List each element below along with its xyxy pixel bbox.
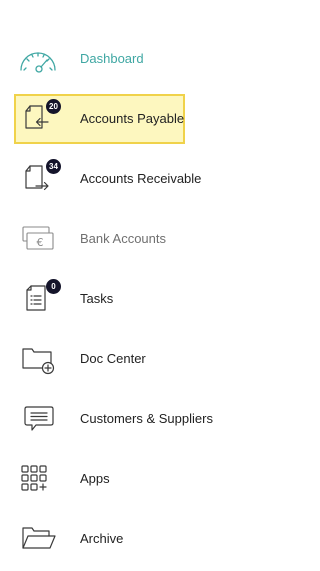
- open-folder-icon: [18, 518, 58, 558]
- count-badge: 20: [46, 99, 61, 114]
- sidebar-item-bank-accounts[interactable]: € Bank Accounts: [14, 214, 185, 264]
- sidebar-item-apps[interactable]: Apps: [14, 454, 185, 504]
- svg-text:€: €: [37, 236, 44, 249]
- sidebar-item-label: Doc Center: [80, 351, 146, 366]
- sidebar-item-dashboard[interactable]: Dashboard: [14, 34, 185, 84]
- sidebar-item-label: Archive: [80, 531, 124, 546]
- chat-bubble-icon: [18, 398, 58, 438]
- sidebar-item-label: Accounts Receivable: [80, 171, 202, 186]
- sidebar-item-label: Customers & Suppliers: [80, 411, 213, 426]
- sidebar-item-tasks[interactable]: 0 Tasks: [14, 274, 185, 324]
- sidebar-item-label: Accounts Payable: [80, 111, 185, 126]
- sidebar-item-accounts-payable[interactable]: 20 Accounts Payable: [14, 94, 185, 144]
- apps-grid-icon: [18, 458, 58, 498]
- speedometer-icon: [18, 38, 58, 78]
- document-arrow-in-icon: 20: [18, 98, 61, 138]
- sidebar-item-archive[interactable]: Archive: [14, 514, 185, 564]
- sidebar-item-label: Apps: [80, 471, 110, 486]
- sidebar-item-customers-suppliers[interactable]: Customers & Suppliers: [14, 394, 213, 444]
- sidebar-nav: Dashboard 20 Accounts Payable 34 Account…: [0, 0, 247, 571]
- sidebar-item-label: Bank Accounts: [80, 231, 166, 246]
- document-arrow-out-icon: 34: [18, 158, 61, 198]
- sidebar-item-label: Tasks: [80, 291, 114, 306]
- count-badge: 34: [46, 159, 61, 174]
- folder-plus-icon: [18, 338, 58, 378]
- sidebar-item-label: Dashboard: [80, 51, 144, 66]
- bank-card-euro-icon: €: [18, 218, 58, 258]
- task-list-icon: 0: [18, 278, 61, 318]
- sidebar-item-accounts-receivable[interactable]: 34 Accounts Receivable: [14, 154, 201, 204]
- count-badge: 0: [46, 279, 61, 294]
- sidebar-item-doc-center[interactable]: Doc Center: [14, 334, 185, 384]
